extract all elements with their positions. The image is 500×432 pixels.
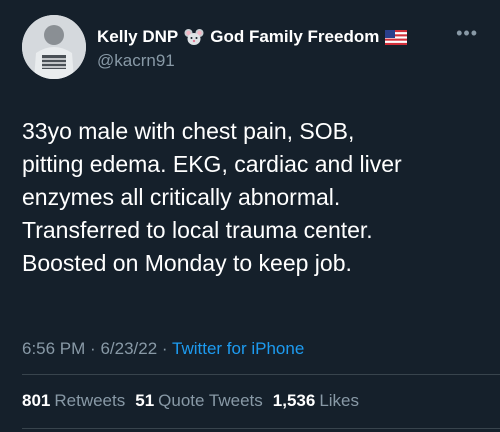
retweets-label: Retweets — [54, 391, 126, 410]
retweets-stat[interactable]: 801 Retweets — [22, 391, 135, 410]
display-name[interactable]: Kelly DNP God Family Freedom — [97, 26, 457, 48]
quotes-label: Quote Tweets — [158, 391, 263, 410]
tweet-text: 33yo male with chest pain, SOB, pitting … — [22, 118, 402, 276]
divider-bottom — [22, 428, 500, 429]
user-handle[interactable]: @kacrn91 — [97, 50, 457, 72]
tweet-source-link[interactable]: Twitter for iPhone — [172, 339, 304, 358]
meta-separator: · — [90, 339, 96, 358]
likes-count: 1,536 — [272, 391, 316, 410]
display-name-suffix: God Family Freedom — [210, 27, 380, 46]
engagement-stats: 801 Retweets 51 Quote Tweets 1,536 Likes — [22, 390, 369, 412]
more-options-icon[interactable]: ••• — [456, 24, 478, 42]
likes-label: Likes — [319, 391, 359, 410]
mouse-face-icon — [184, 28, 204, 46]
tweet-meta: 6:56 PM · 6/23/22 · Twitter for iPhone — [22, 338, 304, 360]
quotes-stat[interactable]: 51 Quote Tweets — [135, 391, 273, 410]
tweet-time[interactable]: 6:56 PM — [22, 339, 85, 358]
divider-top — [22, 374, 500, 375]
meta-separator-2: · — [161, 339, 168, 358]
likes-stat[interactable]: 1,536 Likes — [273, 391, 369, 410]
avatar-image — [22, 15, 86, 79]
author-block[interactable]: Kelly DNP God Family Freedom @kacrn91 — [97, 26, 457, 72]
avatar[interactable] — [22, 15, 86, 79]
us-flag-icon — [385, 29, 408, 45]
tweet-date[interactable]: 6/23/22 — [100, 339, 157, 358]
quotes-count: 51 — [135, 391, 155, 410]
display-name-prefix: Kelly DNP — [97, 27, 179, 46]
tweet-detail: Kelly DNP God Family Freedom @kacrn91 ••… — [0, 0, 500, 432]
retweets-count: 801 — [22, 391, 51, 410]
